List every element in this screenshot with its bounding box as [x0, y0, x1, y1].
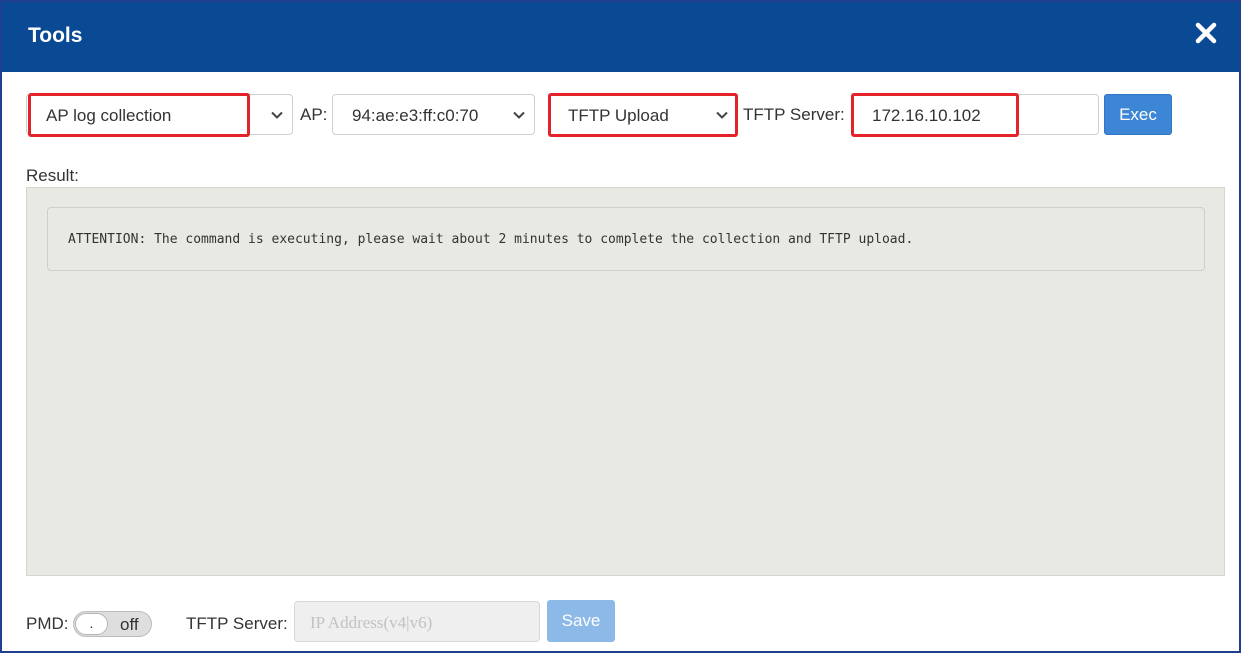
result-area: ATTENTION: The command is executing, ple…: [26, 187, 1225, 576]
save-button[interactable]: Save: [547, 600, 615, 642]
tool-select[interactable]: AP log collection: [26, 94, 293, 135]
chevron-down-icon: [513, 111, 525, 119]
result-label: Result:: [26, 166, 79, 185]
result-message: ATTENTION: The command is executing, ple…: [68, 232, 914, 247]
dialog-title: Tools: [28, 24, 83, 47]
close-icon[interactable]: [1193, 20, 1219, 46]
chevron-down-icon: [271, 111, 283, 119]
method-select-value: TFTP Upload: [568, 106, 669, 125]
result-message-box: ATTENTION: The command is executing, ple…: [47, 207, 1205, 271]
pmd-toggle[interactable]: . off: [73, 611, 152, 637]
chevron-down-icon: [716, 111, 728, 119]
tftp-server-value: 172.16.10.102: [872, 106, 981, 125]
dialog-titlebar: Tools: [2, 2, 1239, 72]
pmd-label: PMD:: [26, 614, 69, 633]
tftp-server-input[interactable]: 172.16.10.102: [852, 94, 1099, 135]
pmd-toggle-state: off: [120, 615, 139, 634]
footer-tftp-server-label: TFTP Server:: [186, 614, 288, 633]
tftp-ip-placeholder: IP Address(v4|v6): [310, 613, 433, 632]
ap-select[interactable]: 94:ae:e3:ff:c0:70: [332, 94, 535, 135]
tool-select-value: AP log collection: [46, 106, 172, 125]
tftp-server-label: TFTP Server:: [743, 105, 845, 124]
tools-dialog: Tools AP log collection AP: 94:ae:e3:ff:…: [0, 0, 1241, 653]
method-select[interactable]: TFTP Upload: [548, 94, 738, 135]
exec-button[interactable]: Exec: [1104, 94, 1172, 135]
ap-label: AP:: [300, 105, 328, 124]
ap-select-value: 94:ae:e3:ff:c0:70: [352, 106, 479, 125]
tftp-ip-input[interactable]: IP Address(v4|v6): [294, 601, 540, 642]
pmd-toggle-knob: .: [75, 613, 108, 635]
